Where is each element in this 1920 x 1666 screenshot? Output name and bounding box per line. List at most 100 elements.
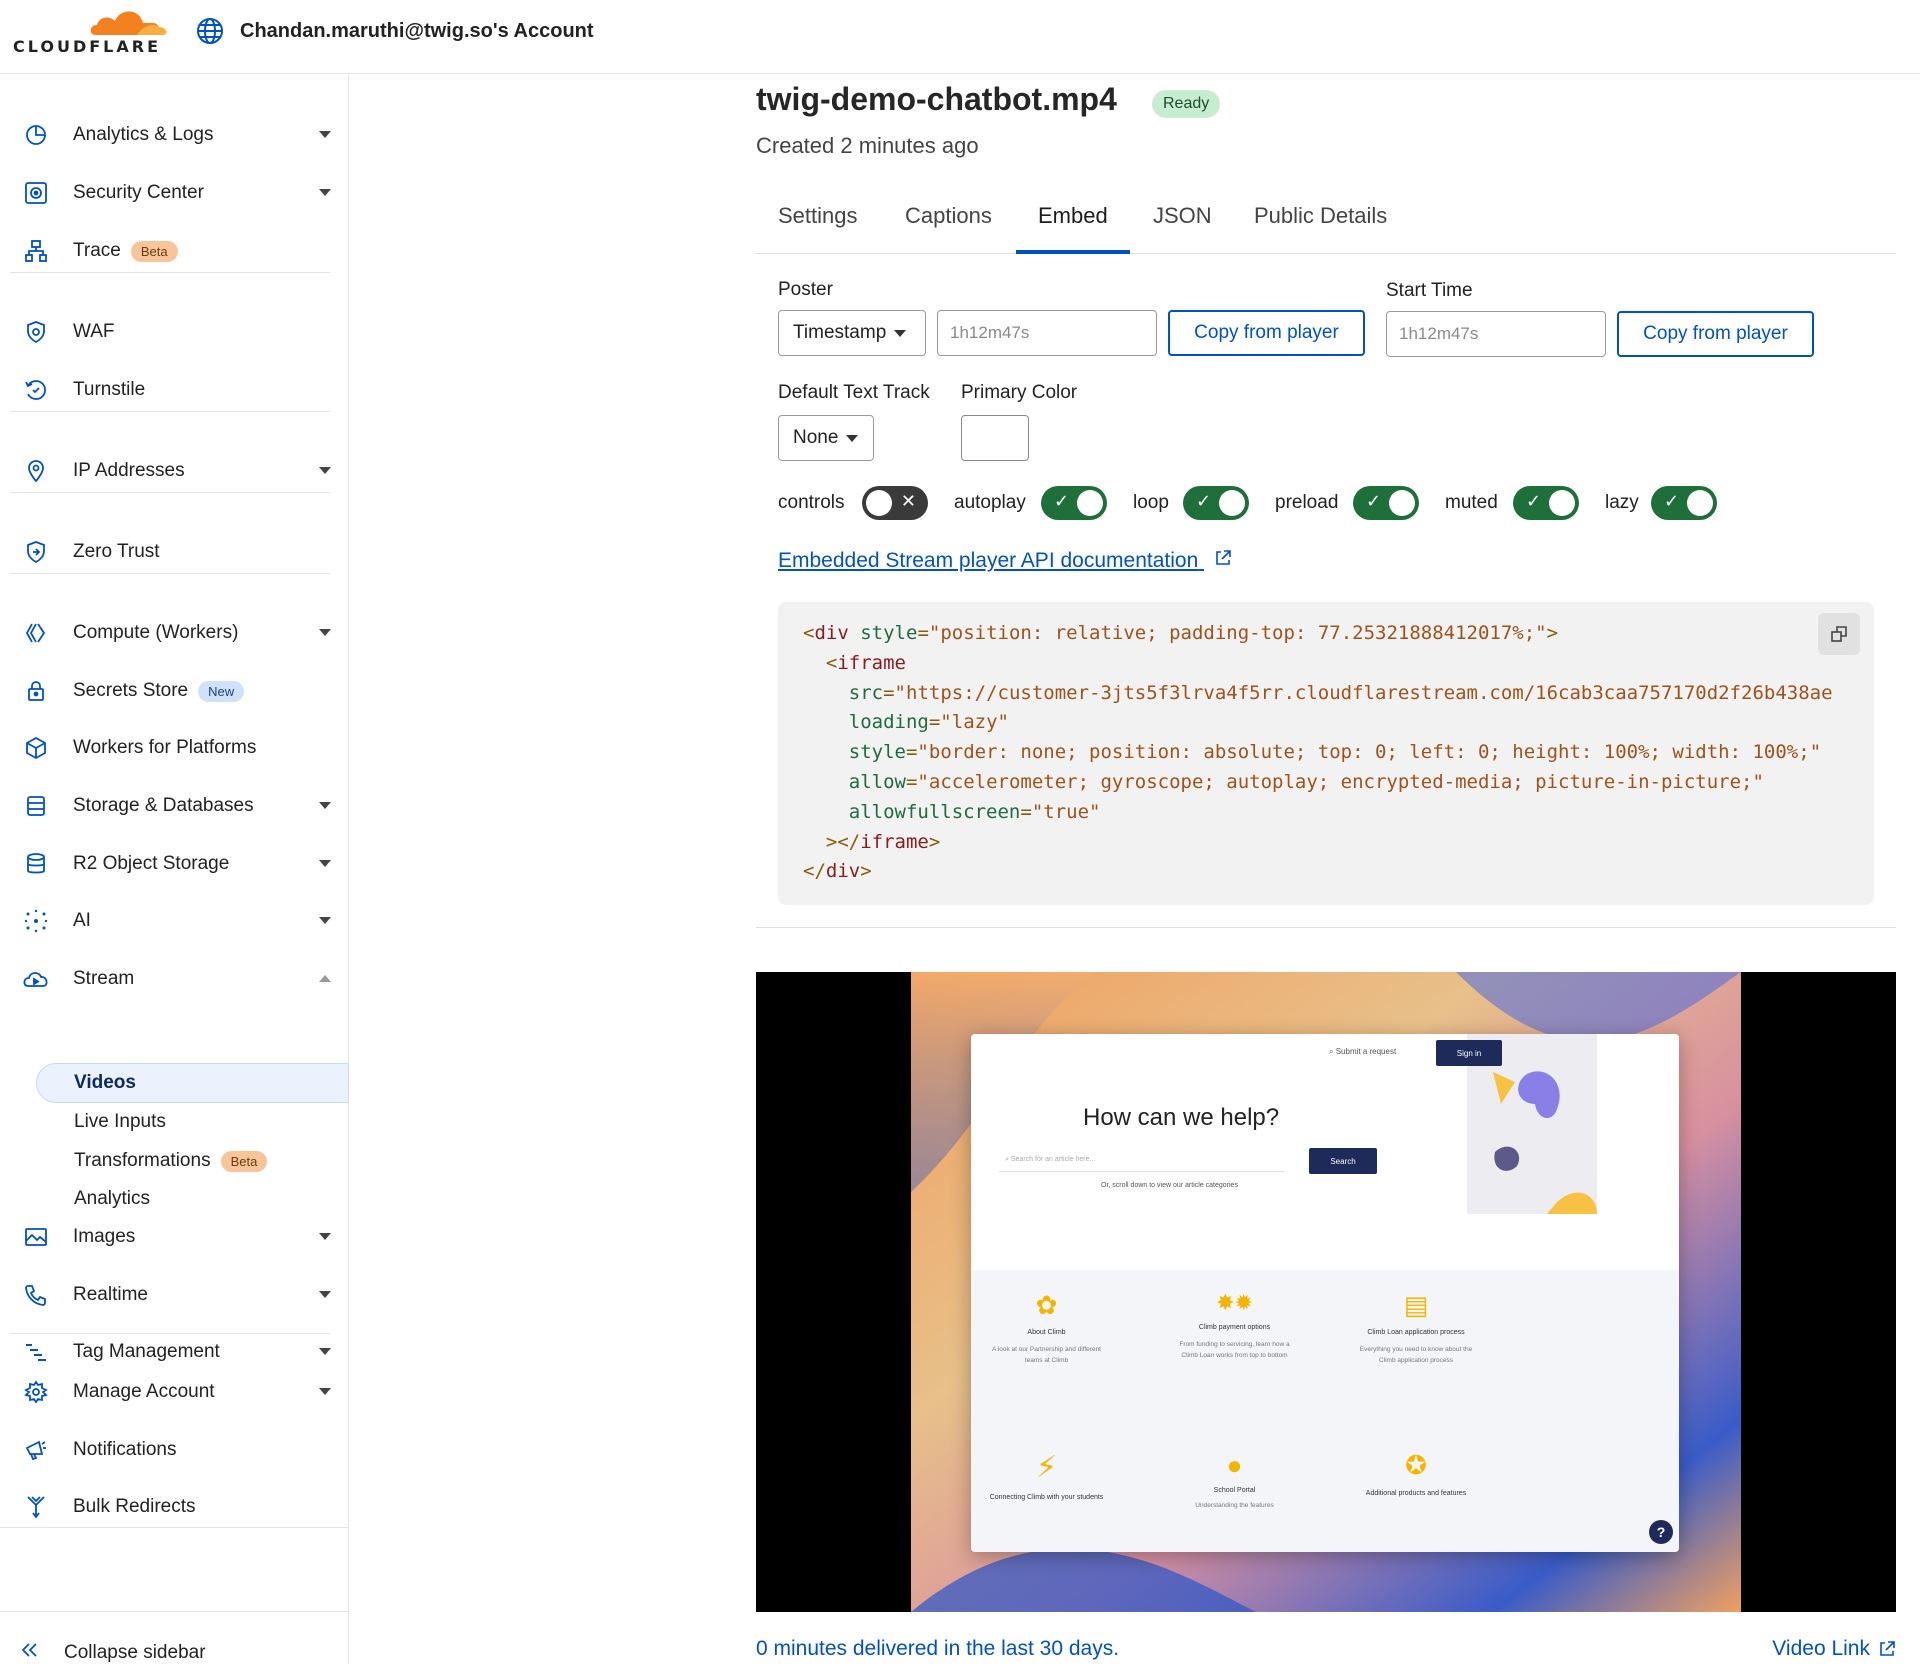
sidebar-subitem-transformations[interactable]: Transformations Beta (74, 1150, 268, 1172)
toggle-knob (1219, 490, 1245, 516)
category-card[interactable]: ✿ About Climb A look at our Partnership … (989, 1290, 1104, 1366)
help-question-icon[interactable]: ? (1649, 1520, 1673, 1544)
controls-label: controls (778, 492, 845, 513)
help-search-button[interactable]: Search (1309, 1148, 1377, 1174)
tab-bar: Settings Captions Embed JSON Public Deta… (756, 187, 1896, 254)
sidebar-item-analytics-logs[interactable]: Analytics & Logs (20, 115, 335, 155)
chevron-down-icon (319, 467, 331, 474)
double-chevron-left-icon (20, 1640, 40, 1666)
autoplay-label: autoplay (954, 492, 1026, 513)
category-card[interactable]: ✸✹ Climb payment options From funding to… (1172, 1290, 1297, 1361)
sidebar-item-bulk-redirects[interactable]: Bulk Redirects (20, 1487, 335, 1527)
tab-public-details[interactable]: Public Details (1232, 203, 1409, 229)
help-search-input[interactable]: ⌕ Search for an article here... (999, 1148, 1284, 1172)
sidebar-item-r2-object-storage[interactable]: R2 Object Storage (20, 844, 335, 884)
sidebar-divider (10, 1333, 330, 1334)
check-icon: ✓ (1526, 491, 1542, 511)
sidebar-item-secrets-store[interactable]: Secrets Store New (20, 671, 335, 711)
sidebar-item-ip-addresses[interactable]: IP Addresses (20, 451, 335, 491)
sidebar-item-security-center[interactable]: Security Center (20, 173, 335, 213)
preload-toggle[interactable]: ✓ (1353, 486, 1419, 520)
sidebar-item-images[interactable]: Images (20, 1217, 335, 1257)
sidebar-item-waf[interactable]: WAF (20, 312, 335, 352)
tab-embed[interactable]: Embed (1016, 203, 1130, 229)
trace-icon (20, 235, 52, 267)
collapse-sidebar-button[interactable]: Collapse sidebar (20, 1640, 206, 1666)
start-time-copy-from-player-button[interactable]: Copy from player (1617, 311, 1814, 357)
poster-time-input[interactable]: 1h12m47s (937, 310, 1157, 356)
sidebar-divider (0, 1611, 349, 1612)
sidebar-item-ai[interactable]: AI (20, 901, 335, 941)
sidebar-divider (10, 411, 330, 412)
toggle-knob (1389, 490, 1415, 516)
primary-color-swatch[interactable] (961, 415, 1029, 461)
code-line: <iframe (803, 651, 906, 674)
category-card[interactable]: ▤ Climb Loan application process Everyth… (1351, 1290, 1481, 1366)
sidebar-subitem-analytics[interactable]: Analytics (74, 1188, 150, 1210)
chevron-down-icon (319, 802, 331, 809)
category-card[interactable]: ✪ Additional products and features (1351, 1450, 1481, 1500)
video-player[interactable]: ⌕ Submit a request Sign in How can we he… (756, 972, 1896, 1612)
sidebar-item-trace[interactable]: Trace Beta (20, 231, 335, 271)
phone-icon (20, 1279, 52, 1311)
poster-label: Poster (778, 279, 833, 300)
category-card[interactable]: ● School Portal Understanding the featur… (1172, 1450, 1297, 1509)
sidebar-item-storage-databases[interactable]: Storage & Databases (20, 786, 335, 826)
sidebar-item-stream[interactable]: Stream (20, 959, 335, 999)
tab-captions[interactable]: Captions (883, 203, 1014, 229)
check-icon: ✓ (1054, 491, 1070, 511)
sidebar-subitem-videos[interactable]: Videos (74, 1072, 136, 1094)
sidebar-divider (10, 272, 330, 273)
sidebar-divider (10, 492, 330, 493)
lazy-toggle[interactable]: ✓ (1651, 486, 1717, 520)
poster-mode-select[interactable]: Timestamp (778, 310, 926, 356)
sidebar-item-compute-workers[interactable]: Compute (Workers) (20, 613, 335, 653)
sidebar-item-zero-trust[interactable]: Zero Trust (20, 532, 335, 572)
category-card[interactable]: ⚡ Connecting Climb with your students (989, 1450, 1104, 1504)
sidebar-item-manage-account[interactable]: Manage Account (20, 1372, 335, 1412)
muted-label: muted (1445, 492, 1498, 513)
cloudflare-logo[interactable]: CLOUDFLARE (13, 3, 167, 56)
muted-toggle[interactable]: ✓ (1513, 486, 1579, 520)
help-signin-button[interactable]: Sign in (1436, 1040, 1502, 1066)
sidebar-item-workers-for-platforms[interactable]: Workers for Platforms (20, 728, 335, 768)
section-divider (756, 927, 1896, 928)
code-line: ></iframe> (803, 830, 941, 853)
r2-storage-icon (20, 848, 52, 880)
beta-badge: Beta (220, 1151, 268, 1172)
chevron-down-icon (319, 1388, 331, 1395)
tab-json[interactable]: JSON (1131, 203, 1234, 229)
tab-settings[interactable]: Settings (756, 203, 880, 229)
sidebar-item-notifications[interactable]: Notifications (20, 1430, 335, 1470)
chevron-down-icon (319, 131, 331, 138)
sidebar-item-turnstile[interactable]: Turnstile (20, 370, 335, 410)
primary-color-label: Primary Color (961, 382, 1078, 403)
new-badge: New (198, 680, 245, 702)
sidebar-subitem-live-inputs[interactable]: Live Inputs (74, 1111, 166, 1133)
check-icon: ✓ (1664, 491, 1680, 511)
chevron-down-icon (319, 189, 331, 196)
sidebar-item-tag-management[interactable]: Tag Management (20, 1332, 335, 1372)
help-heading: How can we help? (1083, 1104, 1280, 1131)
autoplay-toggle[interactable]: ✓ (1041, 486, 1107, 520)
sidebar-item-realtime[interactable]: Realtime (20, 1275, 335, 1315)
start-time-input[interactable]: 1h12m47s (1386, 311, 1606, 357)
lightning-icon: ⚡ (1035, 1451, 1058, 1484)
embed-code-block[interactable]: <div style="position: relative; padding-… (778, 602, 1874, 905)
chevron-down-icon (319, 860, 331, 867)
copy-code-button[interactable] (1818, 613, 1860, 655)
video-link[interactable]: Video Link (1772, 1637, 1896, 1661)
loop-toggle[interactable]: ✓ (1183, 486, 1249, 520)
player-api-doc-link[interactable]: Embedded Stream player API documentation (778, 549, 1232, 573)
loop-label: loop (1133, 492, 1169, 513)
account-switcher[interactable]: Chandan.maruthi@twig.so's Account (196, 16, 594, 46)
text-track-select[interactable]: None (778, 415, 874, 461)
controls-toggle[interactable]: ✕ (862, 486, 928, 520)
lock-icon (20, 675, 52, 707)
sidebar: Analytics & Logs Security Center Trace Be… (0, 75, 349, 1664)
poster-copy-from-player-button[interactable]: Copy from player (1168, 310, 1365, 356)
toggle-knob (866, 490, 892, 516)
chevron-down-icon (319, 629, 331, 636)
help-submit-link[interactable]: ⌕ Submit a request (1329, 1047, 1396, 1057)
top-bar: CLOUDFLARE Chandan.maruthi@twig.so's Acc… (0, 0, 1920, 74)
